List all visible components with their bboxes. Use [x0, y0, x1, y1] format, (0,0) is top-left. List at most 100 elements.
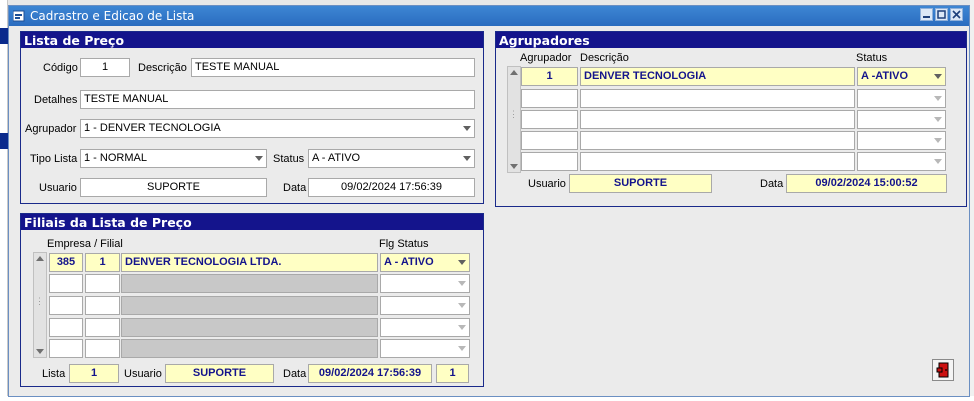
minimize-icon — [923, 16, 930, 18]
form-icon — [13, 10, 25, 22]
filial-cell[interactable] — [85, 318, 120, 337]
agrupador-label: Agrupador — [25, 123, 77, 135]
filiais-heading: Filiais da Lista de Preço — [21, 214, 483, 230]
chevron-down-icon — [458, 303, 466, 308]
filial-cell[interactable] — [85, 296, 120, 315]
usuario-field: SUPORTE — [80, 178, 267, 197]
status-cell-select[interactable] — [857, 110, 946, 129]
close-button[interactable] — [950, 8, 963, 21]
status-select-value: A - ATIVO — [312, 152, 361, 164]
empresa-cell[interactable] — [49, 274, 83, 293]
agrupadores-usuario-label: Usuario — [528, 178, 566, 190]
flg-status-select[interactable]: A - ATIVO — [380, 253, 470, 272]
codigo-field[interactable]: 1 — [80, 58, 130, 77]
filiais-panel: Filiais da Lista de Preço Empresa / Fili… — [20, 213, 484, 387]
agrupador-cell[interactable] — [521, 131, 578, 150]
agrupadores-usuario-field: SUPORTE — [569, 174, 712, 193]
status-cell-select[interactable] — [857, 152, 946, 171]
empresa-cell[interactable] — [49, 296, 83, 315]
agrupador-cell[interactable] — [521, 110, 578, 129]
chevron-down-icon — [458, 346, 466, 351]
descricao-label: Descrição — [138, 62, 187, 74]
status-cell-select[interactable] — [857, 131, 946, 150]
agrupador-cell[interactable] — [521, 89, 578, 108]
background-app-header-strip — [0, 28, 8, 44]
filial-cell[interactable]: 1 — [85, 253, 120, 272]
chevron-down-icon — [458, 281, 466, 286]
agrupador-cell[interactable]: 1 — [521, 67, 578, 86]
lista-preco-heading: Lista de Preço — [21, 32, 483, 48]
descricao-cell[interactable] — [580, 89, 855, 108]
lista-preco-panel: Lista de Preço Código 1 Descrição TESTE … — [20, 31, 484, 204]
agrupador-cell[interactable] — [521, 152, 578, 171]
col-descricao-header: Descrição — [580, 52, 629, 64]
status-cell-select[interactable]: A -ATIVO — [857, 67, 946, 86]
empresa-nome-cell — [121, 274, 378, 293]
filiais-data-field: 09/02/2024 17:56:39 — [308, 364, 432, 383]
empresa-cell[interactable] — [49, 339, 83, 358]
chevron-down-icon — [463, 126, 471, 131]
empresa-nome-cell — [121, 318, 378, 337]
detalhes-label: Detalhes — [34, 94, 78, 106]
col-agrupador-header: Agrupador — [520, 52, 572, 64]
descricao-cell[interactable] — [580, 152, 855, 171]
descricao-cell[interactable] — [580, 131, 855, 150]
empresa-cell[interactable] — [49, 318, 83, 337]
chevron-down-icon — [458, 260, 466, 265]
flg-status-select[interactable] — [380, 339, 470, 358]
empresa-cell[interactable]: 385 — [49, 253, 83, 272]
status-select[interactable]: A - ATIVO — [308, 149, 475, 168]
tipo-lista-select[interactable]: 1 - NORMAL — [80, 149, 267, 168]
chevron-down-icon — [934, 96, 942, 101]
minimize-button[interactable] — [920, 8, 933, 21]
status-cell-select[interactable] — [857, 89, 946, 108]
tipo-lista-label: Tipo Lista — [30, 153, 78, 165]
agrupadores-scrollbar[interactable]: ⋮ — [507, 66, 521, 173]
col-empresa-filial-header: Empresa / Filial — [47, 238, 123, 250]
title-bar[interactable]: Cadrastro e Edicao de Lista — [9, 6, 969, 26]
exit-door-icon — [936, 362, 949, 378]
chevron-down-icon — [934, 74, 942, 79]
descricao-field[interactable]: TESTE MANUAL — [191, 58, 475, 77]
usuario-label: Usuario — [39, 182, 77, 194]
col-flg-status-header: Flg Status — [379, 238, 429, 250]
filial-cell[interactable] — [85, 339, 120, 358]
filiais-lista-label: Lista — [42, 368, 66, 380]
agrupador-select[interactable]: 1 - DENVER TECNOLOGIA — [80, 119, 475, 138]
flg-status-select[interactable] — [380, 318, 470, 337]
descricao-cell[interactable] — [580, 110, 855, 129]
filiais-data-label: Data — [283, 368, 307, 380]
agrupadores-data-label: Data — [760, 178, 784, 190]
maximize-button[interactable] — [935, 8, 948, 21]
scroll-grip-icon: ⋮ — [509, 109, 518, 119]
filiais-scrollbar[interactable]: ⋮ — [33, 252, 47, 358]
maximize-icon — [937, 10, 946, 19]
scroll-down-icon[interactable] — [510, 164, 518, 169]
status-label: Status — [273, 153, 305, 165]
detalhes-field[interactable]: TESTE MANUAL — [80, 90, 475, 109]
filiais-usuario-field: SUPORTE — [165, 364, 274, 383]
scroll-down-icon[interactable] — [36, 349, 44, 354]
data-field: 09/02/2024 17:56:39 — [308, 178, 475, 197]
flg-status-select[interactable] — [380, 296, 470, 315]
chevron-down-icon — [934, 159, 942, 164]
col-status-header: Status — [856, 52, 888, 64]
background-app-header-strip — [0, 133, 8, 149]
close-icon — [952, 10, 961, 19]
filial-cell[interactable] — [85, 274, 120, 293]
scroll-up-icon[interactable] — [510, 70, 518, 75]
flg-status-select[interactable] — [380, 274, 470, 293]
descricao-cell[interactable]: DENVER TECNOLOGIA — [580, 67, 855, 86]
agrupadores-data-field: 09/02/2024 15:00:52 — [786, 174, 947, 193]
filiais-lista-field: 1 — [69, 364, 119, 383]
chevron-down-icon — [463, 156, 471, 161]
exit-button[interactable] — [932, 359, 954, 381]
agrupadores-panel: Agrupadores Agrupador Descrição Status ⋮… — [495, 31, 967, 207]
status-cell-value: A -ATIVO — [861, 70, 909, 82]
scroll-grip-icon: ⋮ — [35, 296, 44, 306]
scroll-up-icon[interactable] — [36, 256, 44, 261]
empresa-nome-cell: DENVER TECNOLOGIA LTDA. — [121, 253, 378, 272]
agrupador-select-value: 1 - DENVER TECNOLOGIA — [84, 122, 221, 134]
filiais-count-field: 1 — [436, 364, 469, 383]
empresa-nome-cell — [121, 339, 378, 358]
